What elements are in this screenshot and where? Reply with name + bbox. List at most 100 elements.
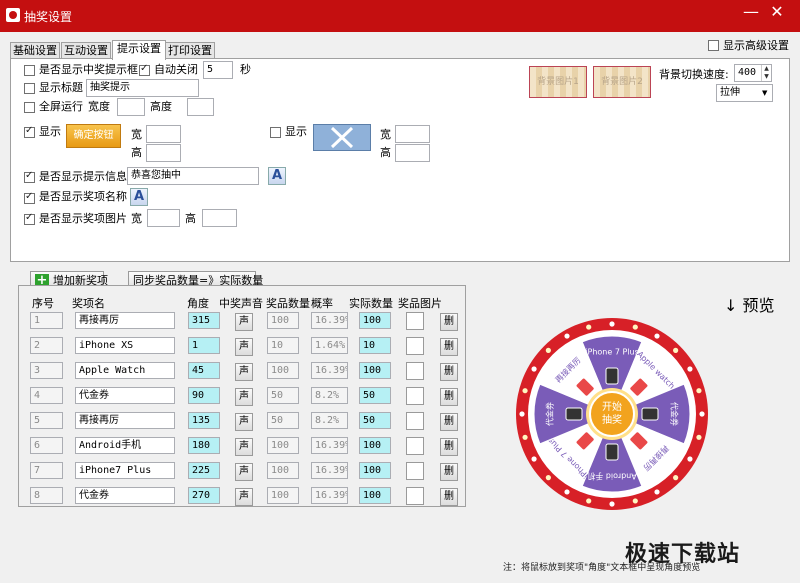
actual-quantity-input[interactable]: 100 [359,437,391,454]
prize-name-input[interactable]: 代金券 [75,487,175,504]
delete-button[interactable]: 删 [440,313,458,331]
angle-input[interactable]: 135 [188,412,220,429]
show-prize-name-checkbox[interactable] [24,191,35,204]
prize-name-input[interactable]: iPhone XS [75,337,175,354]
minimize-icon[interactable]: — [740,2,762,22]
auto-close-seconds-input[interactable]: 5 [203,61,233,79]
title-text-input[interactable]: 抽奖提示 [86,79,199,97]
angle-input[interactable]: 180 [188,437,220,454]
bg-image-2-button[interactable]: 背景图片2 [593,66,651,98]
header-sound: 中奖声音 [219,297,263,310]
prize-name-input[interactable]: Apple Watch [75,362,175,379]
delete-button[interactable]: 删 [440,413,458,431]
advanced-settings-checkbox[interactable] [708,40,719,51]
wheel-graphic: iPhone 7 PlusApple watch代金券再接再厉Android 手… [516,318,708,510]
fullscreen-height-input[interactable] [187,98,214,116]
sound-button[interactable]: 声 [235,338,253,356]
sound-button[interactable]: 声 [235,438,253,456]
fullscreen-width-label: 宽度 [88,100,110,113]
prize-image-box[interactable] [406,437,424,455]
prize-image-box[interactable] [406,337,424,355]
header-quantity: 奖品数量 [266,297,310,310]
close-button-image[interactable] [313,124,371,151]
prompt-info-input[interactable]: 恭喜您抽中 [127,167,259,185]
tab-basic[interactable]: 基础设置 [10,42,60,59]
prize-image-box[interactable] [406,312,424,330]
wheel-item-icon [605,367,619,385]
show-prompt-info-checkbox[interactable] [24,170,35,183]
prize-name-input[interactable]: iPhone7 Plus [75,462,175,479]
prize-image-box[interactable] [406,462,424,480]
actual-quantity-input[interactable]: 50 [359,412,391,429]
close-x-icon [330,126,354,149]
confirm-width-input[interactable] [146,125,181,143]
delete-button[interactable]: 删 [440,488,458,506]
delete-button[interactable]: 删 [440,463,458,481]
prize-image-width-input[interactable] [147,209,180,227]
fullscreen-checkbox[interactable] [24,102,35,113]
delete-button[interactable]: 删 [440,438,458,456]
prize-image-box[interactable] [406,387,424,405]
confirm-height-input[interactable] [146,144,181,162]
prize-name-input[interactable]: 再接再厉 [75,412,175,429]
actual-quantity-input[interactable]: 100 [359,362,391,379]
auto-close-label: 自动关闭 [154,63,198,76]
prompt-font-icon[interactable]: A [268,167,286,185]
actual-quantity-input[interactable]: 10 [359,337,391,354]
prize-image-height-label: 高 [185,212,196,225]
header-no: 序号 [32,297,54,310]
actual-quantity-input[interactable]: 50 [359,387,391,404]
sound-button[interactable]: 声 [235,463,253,481]
sound-button[interactable]: 声 [235,388,253,406]
angle-input[interactable]: 225 [188,462,220,479]
angle-input[interactable]: 90 [188,387,220,404]
close-height-input[interactable] [395,144,430,162]
angle-input[interactable]: 1 [188,337,220,354]
angle-input[interactable]: 45 [188,362,220,379]
show-win-prompt-label: 是否显示中奖提示框 [39,63,138,76]
tab-prompt[interactable]: 提示设置 [112,40,166,60]
show-win-prompt-checkbox[interactable] [24,65,35,76]
row-number: 5 [30,412,63,429]
prize-image-box[interactable] [406,362,424,380]
angle-input[interactable]: 270 [188,487,220,504]
show-prize-image-checkbox[interactable] [24,212,35,225]
prize-image-box[interactable] [406,412,424,430]
quantity-input: 50 [267,387,299,404]
actual-quantity-input[interactable]: 100 [359,312,391,329]
tab-print[interactable]: 打印设置 [165,42,215,59]
prize-name-input[interactable]: Android手机 [75,437,175,454]
delete-button[interactable]: 删 [440,388,458,406]
sound-button[interactable]: 声 [235,488,253,506]
show-close-button-checkbox[interactable] [270,127,281,138]
row-number: 3 [30,362,63,379]
show-title-checkbox[interactable] [24,83,35,94]
delete-button[interactable]: 删 [440,338,458,356]
sound-button[interactable]: 声 [235,413,253,431]
bg-image-1-button[interactable]: 背景图片1 [529,66,587,98]
wheel-bulb [545,347,551,353]
wheel-bulb [545,475,551,481]
actual-quantity-input[interactable]: 100 [359,487,391,504]
prize-name-font-icon[interactable]: A [130,188,148,206]
close-icon[interactable]: ✕ [766,2,788,22]
sound-button[interactable]: 声 [235,313,253,331]
auto-close-checkbox[interactable] [139,63,150,76]
tab-interaction[interactable]: 互动设置 [61,42,111,59]
prize-image-height-input[interactable] [202,209,237,227]
prize-name-input[interactable]: 再接再厉 [75,312,175,329]
close-width-input[interactable] [395,125,430,143]
prize-name-input[interactable]: 代金券 [75,387,175,404]
show-confirm-button-checkbox[interactable] [24,125,35,138]
actual-quantity-input[interactable]: 100 [359,462,391,479]
fullscreen-width-input[interactable] [117,98,145,116]
sound-button[interactable]: 声 [235,363,253,381]
probability-value: 16.39% [311,312,348,329]
prize-image-box[interactable] [406,487,424,505]
angle-input[interactable]: 315 [188,312,220,329]
confirm-button-image[interactable]: 确定按钮 [66,124,121,148]
seconds-unit-label: 秒 [240,63,251,76]
delete-button[interactable]: 删 [440,363,458,381]
speed-spinner-icon[interactable]: ▲ ▼ [761,65,771,81]
prize-image-width-label: 宽 [131,212,142,225]
